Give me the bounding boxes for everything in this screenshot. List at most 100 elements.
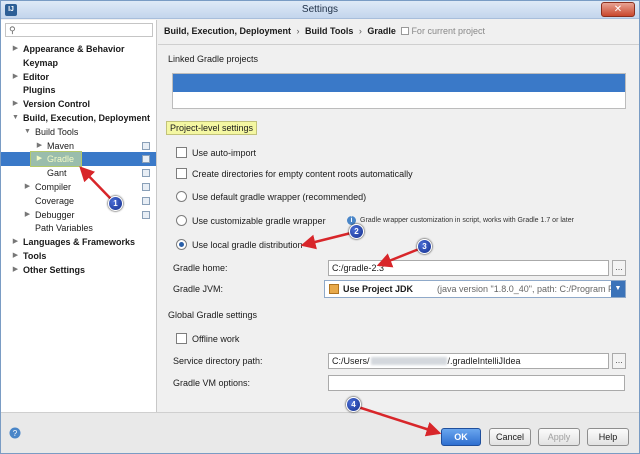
gradle-jvm-select[interactable]: Use Project JDK (java version "1.8.0_40"… bbox=[324, 280, 626, 298]
ok-button[interactable]: OK bbox=[441, 428, 481, 446]
sidebar-item-label: Build, Execution, Deployment bbox=[23, 113, 151, 123]
default-wrapper-radio[interactable] bbox=[176, 191, 187, 202]
redacted-username bbox=[370, 357, 447, 365]
custom-wrapper-label: Use customizable gradle wrapper bbox=[192, 216, 326, 226]
chevron-right-icon[interactable]: ▶ bbox=[11, 42, 20, 56]
project-scope-icon bbox=[142, 196, 150, 205]
breadcrumb-build-tools[interactable]: Build Tools bbox=[305, 26, 353, 36]
chevron-right-icon[interactable]: ▶ bbox=[11, 235, 20, 249]
help-icon[interactable]: ? bbox=[9, 427, 21, 439]
project-scope-icon bbox=[142, 183, 150, 191]
sidebar-item-label: Version Control bbox=[23, 99, 91, 110]
auto-import-checkbox[interactable] bbox=[176, 147, 187, 158]
sidebar-item-label: Editor bbox=[23, 71, 49, 82]
breadcrumb-build-execution[interactable]: Build, Execution, Deployment bbox=[164, 26, 291, 36]
apply-button[interactable]: Apply bbox=[538, 428, 580, 446]
svg-text:?: ? bbox=[13, 429, 18, 438]
sidebar-item-languages-frameworks[interactable]: ▶ Languages & Frameworks bbox=[1, 235, 156, 249]
service-dir-label: Service directory path: bbox=[173, 356, 263, 366]
title-bar: IJ Settings ✕ bbox=[1, 1, 639, 19]
help-button[interactable]: Help bbox=[587, 428, 629, 446]
settings-sidebar: ⚲ ▶ Appearance & Behavior Keymap ▶ Editor Plu… bbox=[1, 20, 157, 412]
close-button[interactable]: ✕ bbox=[601, 2, 635, 17]
sidebar-item-label: Path Variables bbox=[35, 223, 93, 234]
sidebar-item-keymap[interactable]: Keymap bbox=[1, 56, 156, 70]
local-distribution-label: Use local gradle distribution bbox=[192, 240, 303, 250]
sidebar-item-editor[interactable]: ▶ Editor bbox=[1, 70, 156, 84]
settings-window: IJ Settings ✕ ⚲ ▶ Appearance & Behavior Ke… bbox=[0, 0, 640, 454]
sidebar-item-appearance-behavior[interactable]: ▶ Appearance & Behavior bbox=[1, 42, 156, 56]
service-dir-input[interactable]: C:/Users/ /.gradleIntelliJIdea bbox=[328, 353, 609, 369]
custom-wrapper-option[interactable]: Use customizable gradle wrapper i Gradle… bbox=[176, 214, 640, 228]
sidebar-item-build-tools[interactable]: ▼ Build Tools bbox=[1, 125, 156, 139]
gradle-home-label: Gradle home: bbox=[173, 263, 228, 273]
breadcrumb-separator: › bbox=[296, 26, 300, 36]
offline-work-checkbox[interactable] bbox=[176, 333, 187, 344]
sidebar-item-tools[interactable]: ▶ Tools bbox=[1, 249, 156, 263]
gradle-settings-panel: Build, Execution, Deployment › Build Too… bbox=[158, 20, 639, 412]
project-level-settings-label: Project-level settings bbox=[166, 121, 258, 135]
default-wrapper-label: Use default gradle wrapper (recommended) bbox=[192, 192, 367, 202]
gradle-jvm-value: Use Project JDK bbox=[343, 284, 414, 294]
chevron-right-icon[interactable]: ▶ bbox=[23, 208, 32, 222]
offline-work-label: Offline work bbox=[192, 334, 240, 344]
chevron-right-icon[interactable]: ▶ bbox=[23, 180, 32, 194]
dialog-footer: ? OK Cancel Apply Help bbox=[1, 412, 639, 453]
gradle-home-input[interactable]: C:/gradle-2.3 bbox=[328, 260, 609, 276]
gradle-jvm-label: Gradle JVM: bbox=[173, 284, 224, 294]
breadcrumb: Build, Execution, Deployment › Build Too… bbox=[164, 26, 485, 36]
chevron-right-icon[interactable]: ▶ bbox=[11, 263, 20, 277]
sidebar-item-label: Languages & Frameworks bbox=[23, 237, 136, 248]
auto-import-label: Use auto-import bbox=[192, 148, 257, 158]
chevron-down-icon[interactable]: ▼ bbox=[11, 111, 20, 125]
sidebar-item-coverage[interactable]: Coverage bbox=[1, 194, 156, 208]
settings-search-input[interactable]: ⚲ bbox=[5, 23, 153, 37]
chevron-right-icon[interactable]: ▶ bbox=[11, 97, 20, 111]
cancel-button[interactable]: Cancel bbox=[489, 428, 531, 446]
sidebar-item-compiler[interactable]: ▶ Compiler bbox=[1, 180, 156, 194]
sidebar-item-label: Other Settings bbox=[23, 264, 86, 275]
sidebar-item-label: Coverage bbox=[35, 195, 75, 206]
chevron-down-icon[interactable]: ▼ bbox=[611, 281, 625, 297]
local-distribution-radio[interactable] bbox=[176, 239, 187, 250]
chevron-down-icon[interactable]: ▼ bbox=[23, 125, 32, 139]
sidebar-item-label: Compiler bbox=[35, 182, 72, 192]
vm-options-input[interactable] bbox=[328, 375, 625, 391]
linked-project-row[interactable] bbox=[173, 74, 625, 92]
gradle-jvm-detail: (java version "1.8.0_40", path: C:/Progr… bbox=[437, 284, 625, 294]
project-scope-icon bbox=[142, 155, 150, 164]
service-dir-suffix: /.gradleIntelliJIdea bbox=[447, 356, 521, 366]
sidebar-item-label: Tools bbox=[23, 251, 47, 261]
sidebar-item-label: Plugins bbox=[23, 85, 56, 96]
create-dirs-label: Create directories for empty content roo… bbox=[192, 169, 413, 179]
sidebar-item-version-control[interactable]: ▶ Version Control bbox=[1, 97, 156, 111]
chevron-right-icon[interactable]: ▶ bbox=[11, 70, 20, 84]
chevron-right-icon[interactable]: ▶ bbox=[11, 249, 20, 263]
create-dirs-checkbox[interactable] bbox=[176, 168, 187, 179]
vm-options-label: Gradle VM options: bbox=[173, 378, 251, 388]
gradle-home-browse-button[interactable]: ... bbox=[612, 260, 626, 276]
jdk-icon bbox=[329, 284, 339, 294]
project-scope-icon bbox=[142, 210, 150, 219]
sidebar-item-label: Debugger bbox=[35, 209, 75, 220]
window-title: Settings bbox=[301, 4, 339, 15]
linked-projects-list[interactable] bbox=[172, 73, 626, 109]
sidebar-item-path-variables[interactable]: Path Variables bbox=[1, 221, 156, 235]
sidebar-item-debugger[interactable]: ▶ Debugger bbox=[1, 208, 156, 222]
project-scope-icon bbox=[142, 141, 150, 150]
sidebar-item-label: Build Tools bbox=[35, 126, 79, 137]
custom-wrapper-info: Gradle wrapper customization in script, … bbox=[360, 217, 574, 224]
sidebar-item-label: Keymap bbox=[23, 57, 59, 68]
custom-wrapper-radio[interactable] bbox=[176, 215, 187, 226]
service-dir-browse-button[interactable]: ... bbox=[612, 353, 626, 369]
sidebar-item-build-execution-deployment[interactable]: ▼ Build, Execution, Deployment bbox=[1, 111, 156, 125]
breadcrumb-gradle: Gradle bbox=[367, 26, 396, 36]
service-dir-prefix: C:/Users/ bbox=[332, 356, 370, 366]
sidebar-item-other-settings[interactable]: ▶ Other Settings bbox=[1, 263, 156, 277]
sidebar-item-plugins[interactable]: Plugins bbox=[1, 83, 156, 97]
project-scope-icon bbox=[142, 169, 150, 178]
linked-projects-label: Linked Gradle projects bbox=[168, 54, 259, 64]
breadcrumb-separator: › bbox=[358, 26, 362, 36]
sidebar-item-gant[interactable]: Gant bbox=[1, 166, 156, 180]
gradle-highlight bbox=[30, 151, 82, 167]
